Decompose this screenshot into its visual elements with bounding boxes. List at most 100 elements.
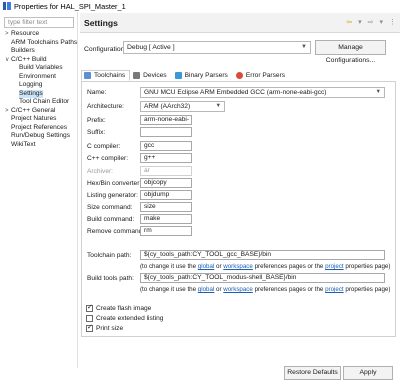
checkbox-box[interactable] [86, 323, 93, 332]
filter-input[interactable]: type filter text [4, 17, 74, 28]
listing-generator-label: Listing generator: [87, 192, 138, 199]
back-arrow-icon[interactable]: ⇦ [346, 18, 352, 26]
tree-item-label: ARM Toolchains Paths [11, 38, 78, 46]
checkbox-label: Create extended listing [96, 315, 164, 322]
chevron-right-icon[interactable]: > [5, 107, 9, 116]
architecture-label: Architecture: [87, 103, 125, 110]
architecture-select[interactable]: ARM (AArch32) ▼ [140, 101, 225, 112]
tree-item-project-natures[interactable]: Project Natures [0, 115, 77, 124]
tree-item-logging[interactable]: Logging [0, 81, 77, 90]
tree-item-label: Logging [19, 81, 43, 88]
tree-item-wikitext[interactable]: WikiText [0, 141, 77, 150]
navigation-panel: type filter text > Resource ARM Toolchains… [0, 12, 77, 368]
dropdown-arrow-icon[interactable]: ▾ [358, 18, 362, 26]
tree-item-c-c-general[interactable]: > C/C++ General [0, 107, 77, 116]
page-title: Settings [84, 18, 118, 28]
cpp-compiler-field[interactable]: g++ [140, 153, 192, 163]
tree-item-environment[interactable]: Environment [0, 73, 77, 82]
chevron-down-icon: ▼ [301, 44, 307, 50]
tree-item-builders[interactable]: Builders [0, 47, 77, 56]
chevron-down-icon[interactable]: ∨ [5, 56, 9, 65]
tree-item-build-variables[interactable]: Build Variables [0, 64, 77, 73]
tab-toolchains[interactable]: Toolchains [81, 70, 131, 81]
tree-item-run-debug-settings[interactable]: Run/Debug Settings [0, 132, 77, 141]
panel-sash[interactable] [77, 12, 80, 368]
project-link[interactable]: project [325, 263, 344, 270]
checkbox-box[interactable] [86, 315, 93, 322]
print-size-checkbox[interactable]: Print size [86, 323, 124, 332]
size-command-field[interactable]: size [140, 202, 192, 212]
hint-text: properties page) [343, 286, 391, 293]
hint-text: preferences pages or the [252, 286, 326, 293]
tree-item-arm-toolchains-paths[interactable]: ARM Toolchains Paths [0, 39, 77, 48]
tree-item-label: Run/Debug Settings [11, 132, 71, 139]
tab-label: Error Parsers [245, 72, 286, 79]
toolchain-path-hint: (to change it use the global or workspac… [140, 263, 390, 270]
chevron-right-icon[interactable]: > [5, 30, 9, 39]
tab-devices[interactable]: Devices [130, 70, 171, 81]
archiver-field[interactable]: ar [140, 166, 192, 176]
tab-binary-parsers[interactable]: Binary Parsers [172, 70, 233, 81]
forward-arrow-icon[interactable]: ⇨ [368, 18, 374, 26]
menu-icon[interactable]: ⋮ [389, 18, 396, 26]
tree-item-c-c-build[interactable]: ∨ C/C++ Build [0, 56, 77, 65]
architecture-value: ARM (AArch32) [144, 103, 191, 110]
suffix-field[interactable] [140, 127, 192, 137]
chevron-down-icon: ▼ [375, 89, 381, 95]
tree-item-tool-chain-editor[interactable]: Tool Chain Editor [0, 98, 77, 107]
create-extended-listing-checkbox[interactable]: Create extended listing [86, 315, 163, 322]
name-label: Name: [87, 89, 107, 96]
listing-generator-field[interactable]: objdump [140, 190, 192, 200]
prefix-field[interactable]: arm-none-eabi- [140, 115, 192, 125]
tab-label: Binary Parsers [184, 72, 228, 79]
toolchain-path-field[interactable]: ${cy_tools_path:CY_TOOL_gcc_BASE}/bin [140, 250, 385, 260]
tab-error-parsers[interactable]: Error Parsers [233, 70, 290, 81]
tree-item-settings[interactable]: Settings [0, 89, 77, 98]
global-link[interactable]: global [198, 286, 215, 293]
checkbox-label: Print size [96, 325, 124, 332]
build-command-field[interactable]: make [140, 214, 192, 224]
tree-item-resource[interactable]: > Resource [0, 30, 77, 39]
hex-bin-converter-field[interactable]: objcopy [140, 178, 192, 188]
app-icon [3, 2, 11, 10]
checkbox-box[interactable] [86, 303, 93, 312]
name-select[interactable]: GNU MCU Eclipse ARM Embedded GCC (arm-no… [140, 87, 385, 98]
project-link[interactable]: project [325, 286, 344, 293]
tree-item-project-references[interactable]: Project References [0, 124, 77, 133]
create-flash-image-checkbox[interactable]: Create flash image [86, 303, 151, 312]
tree-item-label: Build Variables [19, 64, 63, 71]
chevron-down-icon: ▼ [215, 103, 221, 109]
size-command-label: Size command: [87, 204, 133, 211]
tab-label: Toolchains [94, 72, 126, 79]
restore-defaults-button[interactable]: Restore Defaults [284, 366, 341, 380]
workspace-link[interactable]: workspace [223, 286, 253, 293]
configuration-value: Debug [ Active ] [127, 44, 175, 51]
apply-button[interactable]: Apply [343, 366, 393, 380]
global-link[interactable]: global [198, 263, 215, 270]
c-compiler-field[interactable]: gcc [140, 141, 192, 151]
tree-item-label: C/C++ Build [11, 55, 47, 63]
tree-item-label: Project Natures [11, 115, 57, 122]
binary-parser-icon [174, 72, 182, 79]
suffix-label: Suffix: [87, 129, 106, 136]
tab-bar: Toolchains Devices Binary Parsers Error … [81, 70, 396, 81]
build-tools-path-hint: (to change it use the global or workspac… [140, 286, 390, 293]
workspace-link[interactable]: workspace [223, 263, 253, 270]
tree-item-label: Tool Chain Editor [19, 98, 70, 105]
dropdown-arrow-icon[interactable]: ▾ [379, 18, 383, 26]
hint-text: or [214, 286, 224, 293]
tree-item-label: Environment [19, 72, 57, 80]
hint-text: or [214, 263, 224, 270]
window-title: Properties for HAL_SPI_Master_1 [14, 1, 126, 11]
title-bar: Properties for HAL_SPI_Master_1 [0, 0, 400, 12]
build-command-label: Build command: [87, 216, 135, 223]
remove-command-label: Remove command: [87, 228, 145, 235]
c-compiler-label: C compiler: [87, 143, 121, 150]
manage-configurations-button[interactable]: Manage Configurations... [315, 40, 386, 64]
remove-command-field[interactable]: rm [140, 226, 192, 236]
configuration-select[interactable]: Debug [ Active ] ▼ [123, 41, 311, 54]
prefix-label: Prefix: [87, 117, 106, 124]
tree-item-label: Project References [11, 123, 68, 131]
property-tree: > Resource ARM Toolchains Paths Builders ∨ C/… [0, 30, 77, 149]
build-tools-path-field[interactable]: ${cy_tools_path:CY_TOOL_modus-shell_BASE… [140, 273, 385, 283]
